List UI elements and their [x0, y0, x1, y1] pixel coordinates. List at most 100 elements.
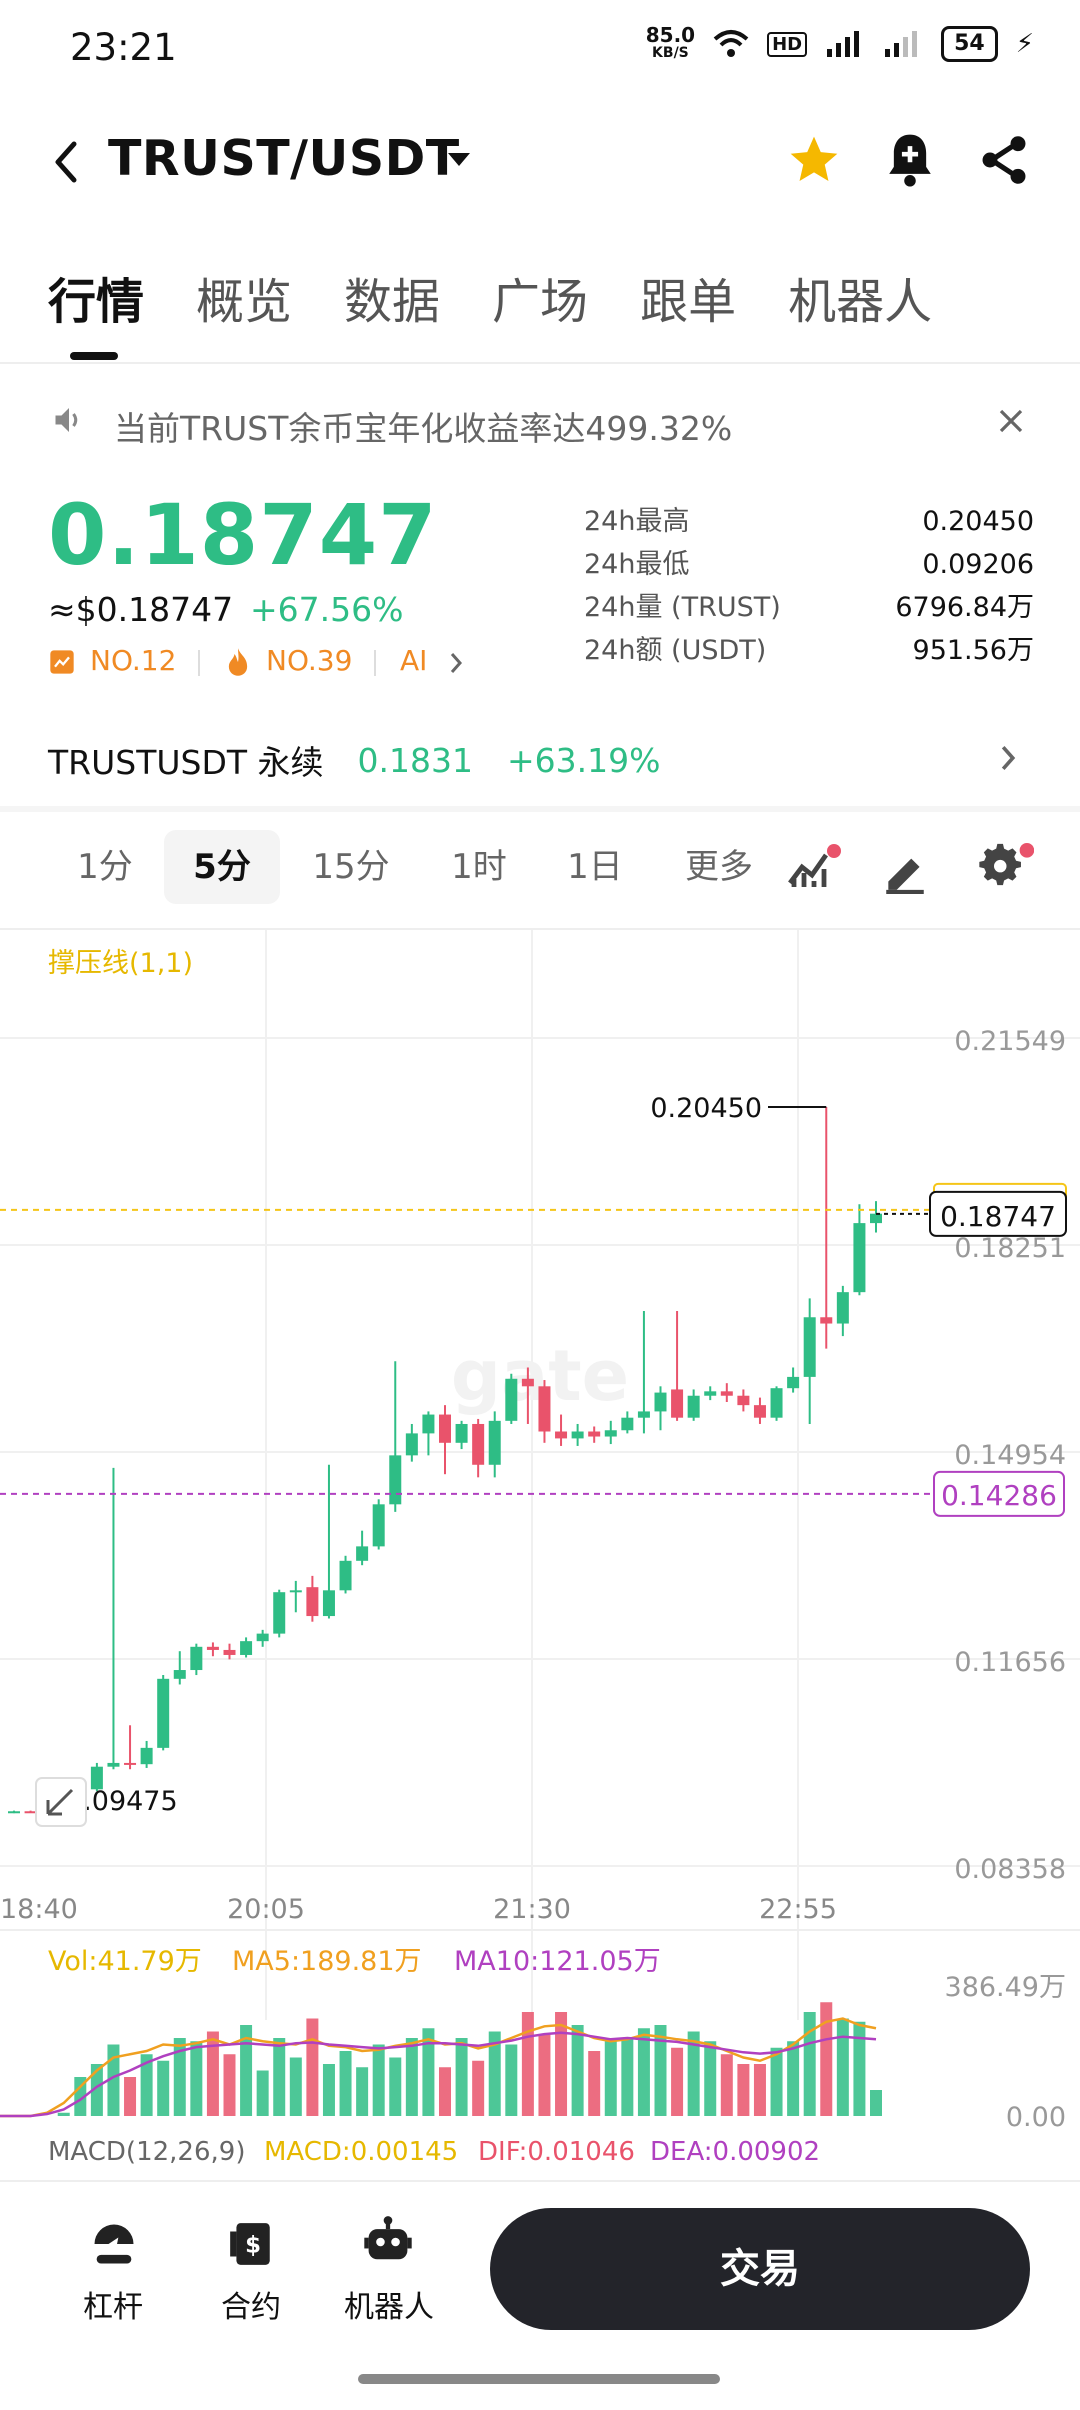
candle-body — [8, 1811, 20, 1814]
volume-bar — [820, 2002, 833, 2116]
indicator-icon[interactable] — [786, 842, 842, 892]
leverage-icon[interactable] — [88, 2218, 140, 2270]
wifi-icon — [713, 30, 749, 57]
home-indicator[interactable] — [358, 2374, 720, 2384]
perp-row[interactable]: TRUSTUSDT 永续 0.1831 +63.19% — [48, 736, 660, 784]
volume-bar — [538, 2034, 551, 2116]
share-icon[interactable] — [976, 132, 1032, 188]
candle-body — [289, 1590, 302, 1593]
volume-bar — [124, 2077, 137, 2116]
volume-bar — [704, 2041, 717, 2116]
volume-bar — [571, 2025, 584, 2116]
back-icon[interactable] — [48, 138, 82, 186]
volume-bar — [472, 2060, 485, 2116]
stat-high: 24h最高 0.20450 — [584, 506, 1034, 537]
trade-button[interactable]: 交易 — [490, 2208, 1030, 2330]
chevron-right-icon[interactable] — [446, 650, 466, 676]
volume-bar — [787, 2041, 800, 2116]
candle-body — [588, 1431, 601, 1437]
nav-bot[interactable]: 机器人 — [334, 2282, 444, 2326]
candle-body — [637, 1411, 650, 1418]
candle-body — [372, 1504, 385, 1547]
tf-1h[interactable]: 1时 — [424, 830, 534, 904]
candle-body — [273, 1592, 286, 1634]
status-bar: 23:21 85.0 KB/S HD 54 ⚡ — [0, 0, 1080, 100]
charging-icon: ⚡ — [1015, 29, 1034, 59]
perp-change: +63.19% — [506, 740, 661, 780]
candle-body — [621, 1417, 634, 1431]
speaker-icon — [55, 408, 78, 432]
stat-low: 24h最低 0.09206 — [584, 549, 1034, 580]
tab-square[interactable]: 广场 — [492, 262, 588, 332]
rank-badge-2[interactable]: NO.39 — [266, 644, 352, 677]
stat-volume: 24h量 (TRUST) 6796.84万 — [584, 592, 1034, 623]
perp-price: 0.1831 — [357, 740, 473, 780]
vol-label: Vol:41.79万 — [48, 1946, 202, 1977]
tab-data[interactable]: 数据 — [344, 262, 440, 332]
candle-body — [339, 1560, 352, 1591]
tf-5m[interactable]: 5分 — [164, 830, 280, 904]
close-icon[interactable] — [996, 406, 1026, 436]
volume-bar — [206, 2031, 219, 2116]
settings-icon[interactable] — [974, 842, 1034, 892]
x-tick-label: 21:30 — [493, 1894, 571, 1925]
tab-market[interactable]: 行情 — [48, 262, 144, 332]
tab-bot[interactable]: 机器人 — [788, 262, 932, 332]
tab-overview[interactable]: 概览 — [196, 262, 292, 332]
candle-body — [687, 1395, 700, 1418]
candle-body — [538, 1386, 551, 1432]
robot-icon[interactable] — [362, 2214, 414, 2270]
tag-divider — [198, 650, 200, 676]
tf-1m[interactable]: 1分 — [60, 830, 150, 904]
volume-bar — [737, 2064, 750, 2116]
volume-bar — [306, 2018, 319, 2116]
volume-bar — [405, 2038, 418, 2116]
candle-body — [737, 1395, 750, 1406]
candle-body — [753, 1405, 766, 1418]
tf-1d[interactable]: 1日 — [540, 830, 650, 904]
tab-copy-trade[interactable]: 跟单 — [640, 262, 736, 332]
nav-leverage[interactable]: 杠杆 — [58, 2282, 168, 2326]
x-tick-label: 22:55 — [759, 1894, 837, 1925]
contract-icon[interactable]: $ — [226, 2218, 276, 2270]
volume-bar — [339, 2051, 352, 2116]
volume-bar — [654, 2025, 667, 2116]
candle-body — [704, 1391, 717, 1396]
bell-plus-icon[interactable] — [882, 130, 938, 190]
volume-bar — [57, 2112, 70, 2116]
tf-15m[interactable]: 15分 — [296, 830, 406, 904]
macd-title: MACD(12,26,9) — [48, 2137, 245, 2167]
candle-body — [124, 1762, 137, 1765]
volume-bar — [770, 2047, 783, 2116]
candle-body — [140, 1747, 153, 1765]
candle-body — [190, 1646, 203, 1671]
battery-icon: 54 — [941, 26, 998, 62]
draw-icon[interactable] — [880, 844, 930, 894]
ma10-label: MA10:121.05万 — [454, 1946, 661, 1977]
star-icon[interactable] — [786, 132, 842, 188]
candle-body — [206, 1646, 219, 1650]
candle-body — [107, 1762, 120, 1767]
dropdown-icon[interactable] — [446, 150, 472, 170]
candle-body — [853, 1223, 866, 1293]
perp-name: TRUSTUSDT 永续 — [48, 743, 324, 782]
chevron-right-icon[interactable] — [996, 742, 1020, 774]
volume-bar — [621, 2038, 634, 2116]
volume-bar — [256, 2070, 269, 2116]
candle-body — [654, 1392, 667, 1412]
volume-bar — [853, 2021, 866, 2116]
candle-body — [870, 1213, 882, 1224]
candle-body — [356, 1546, 369, 1561]
nav-contract[interactable]: 合约 — [196, 2282, 306, 2326]
kline-chart[interactable]: gate撑压线(1,1)0.215490.182510.149540.11656… — [0, 930, 1080, 2170]
volume-bar — [836, 2018, 849, 2116]
high-label: 0.20450 — [650, 1093, 762, 1124]
ai-tag[interactable]: AI — [400, 644, 427, 677]
tf-more[interactable]: 更多 — [664, 830, 774, 904]
indicator-label: 撑压线(1,1) — [48, 948, 193, 979]
candle-body — [173, 1670, 186, 1679]
notice-text[interactable]: 当前TRUST余币宝年化收益率达499.32% — [114, 402, 732, 450]
rank-badge-1[interactable]: NO.12 — [90, 644, 176, 677]
pair-title[interactable]: TRUST/USDT — [108, 130, 460, 187]
volume-bar — [720, 2054, 733, 2116]
